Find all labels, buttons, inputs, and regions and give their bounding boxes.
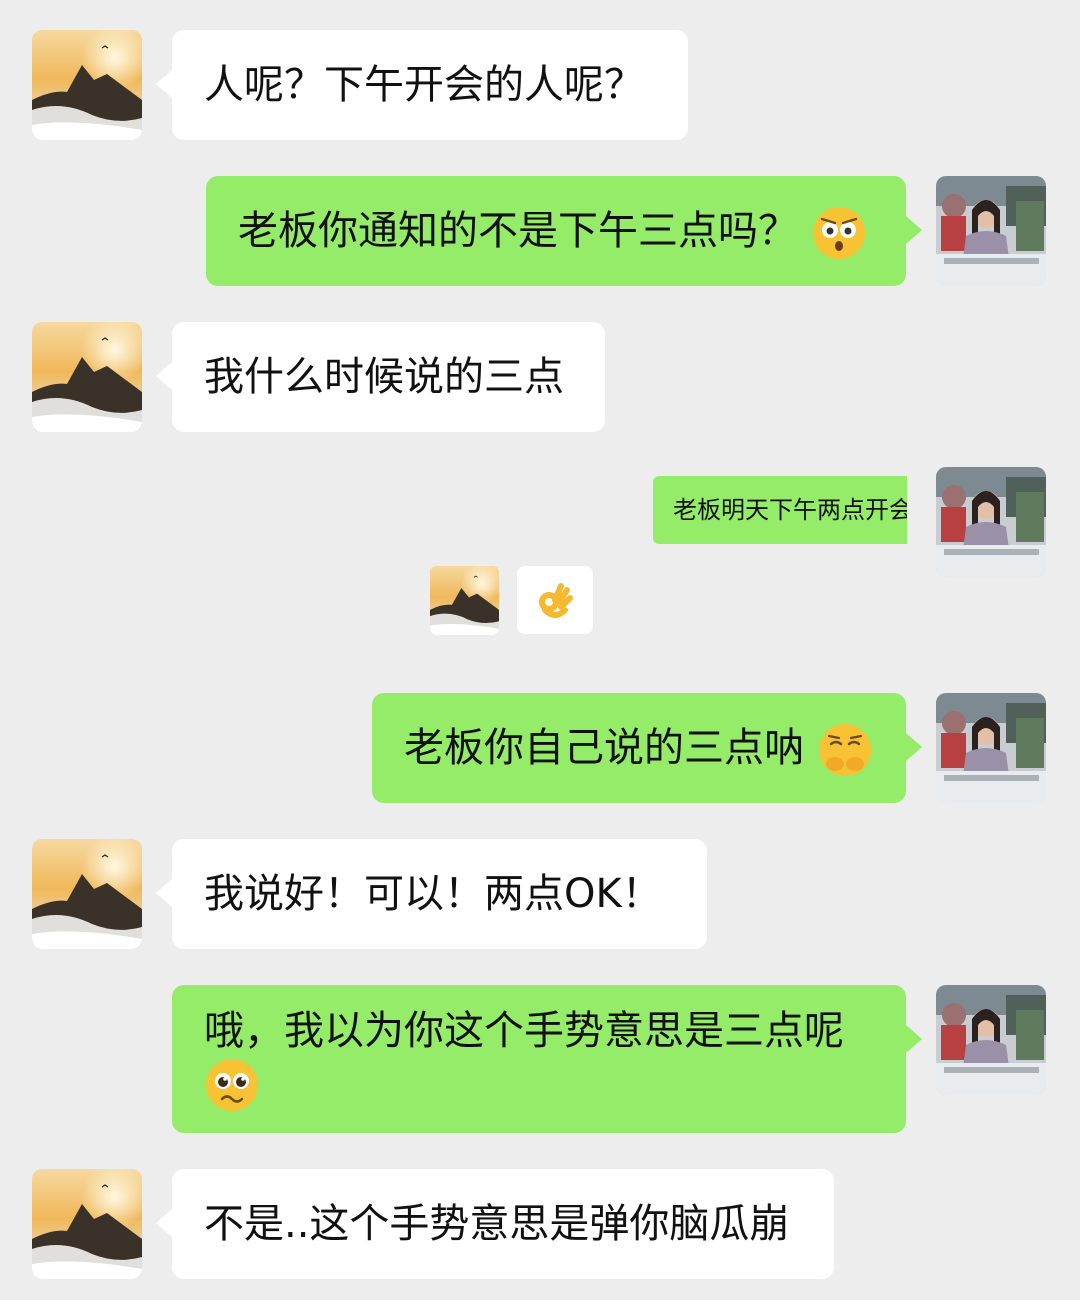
- outgoing-message-bubble[interactable]: 老板你通知的不是下午三点吗？: [206, 176, 922, 286]
- avatar[interactable]: [936, 693, 1046, 803]
- message-text: 我说好！可以！两点OK！: [204, 871, 662, 917]
- avatar[interactable]: [32, 839, 142, 949]
- flushed-face-icon: [811, 205, 867, 261]
- avatar[interactable]: [936, 176, 1046, 286]
- pleading-face-icon: [204, 1057, 260, 1113]
- avatar[interactable]: [32, 322, 142, 432]
- incoming-message-bubble[interactable]: [517, 566, 593, 634]
- outgoing-message-bubble[interactable]: 老板明天下午两点开会: [653, 476, 907, 544]
- avatar[interactable]: [32, 30, 142, 140]
- outgoing-message-bubble[interactable]: 老板你自己说的三点呐: [372, 693, 922, 803]
- message-text: 老板你通知的不是下午三点吗？: [238, 208, 798, 254]
- message-text: 老板明天下午两点开会: [673, 496, 907, 524]
- avatar[interactable]: [936, 467, 1046, 577]
- avatar[interactable]: [32, 1169, 142, 1279]
- incoming-message-bubble[interactable]: 不是..这个手势意思是弹你脑瓜崩: [156, 1169, 834, 1279]
- message-text: 不是..这个手势意思是弹你脑瓜崩: [204, 1201, 790, 1247]
- ok-hand-icon: [535, 580, 575, 620]
- outgoing-message-bubble[interactable]: 哦，我以为你这个手势意思是三点呢: [172, 985, 922, 1133]
- incoming-message-bubble[interactable]: 我说好！可以！两点OK！: [156, 839, 707, 949]
- message-text: 人呢？下午开会的人呢？: [204, 62, 644, 108]
- message-text: 老板你自己说的三点呐: [404, 725, 804, 771]
- message-text: 哦，我以为你这个手势意思是三点呢: [204, 1008, 844, 1054]
- incoming-message-bubble[interactable]: 人呢？下午开会的人呢？: [156, 30, 688, 140]
- message-text: 我什么时候说的三点: [204, 354, 564, 400]
- pleading-hand-over-mouth-icon: [817, 722, 873, 778]
- avatar[interactable]: [430, 566, 499, 635]
- incoming-message-bubble[interactable]: 我什么时候说的三点: [156, 322, 605, 432]
- avatar[interactable]: [936, 985, 1046, 1095]
